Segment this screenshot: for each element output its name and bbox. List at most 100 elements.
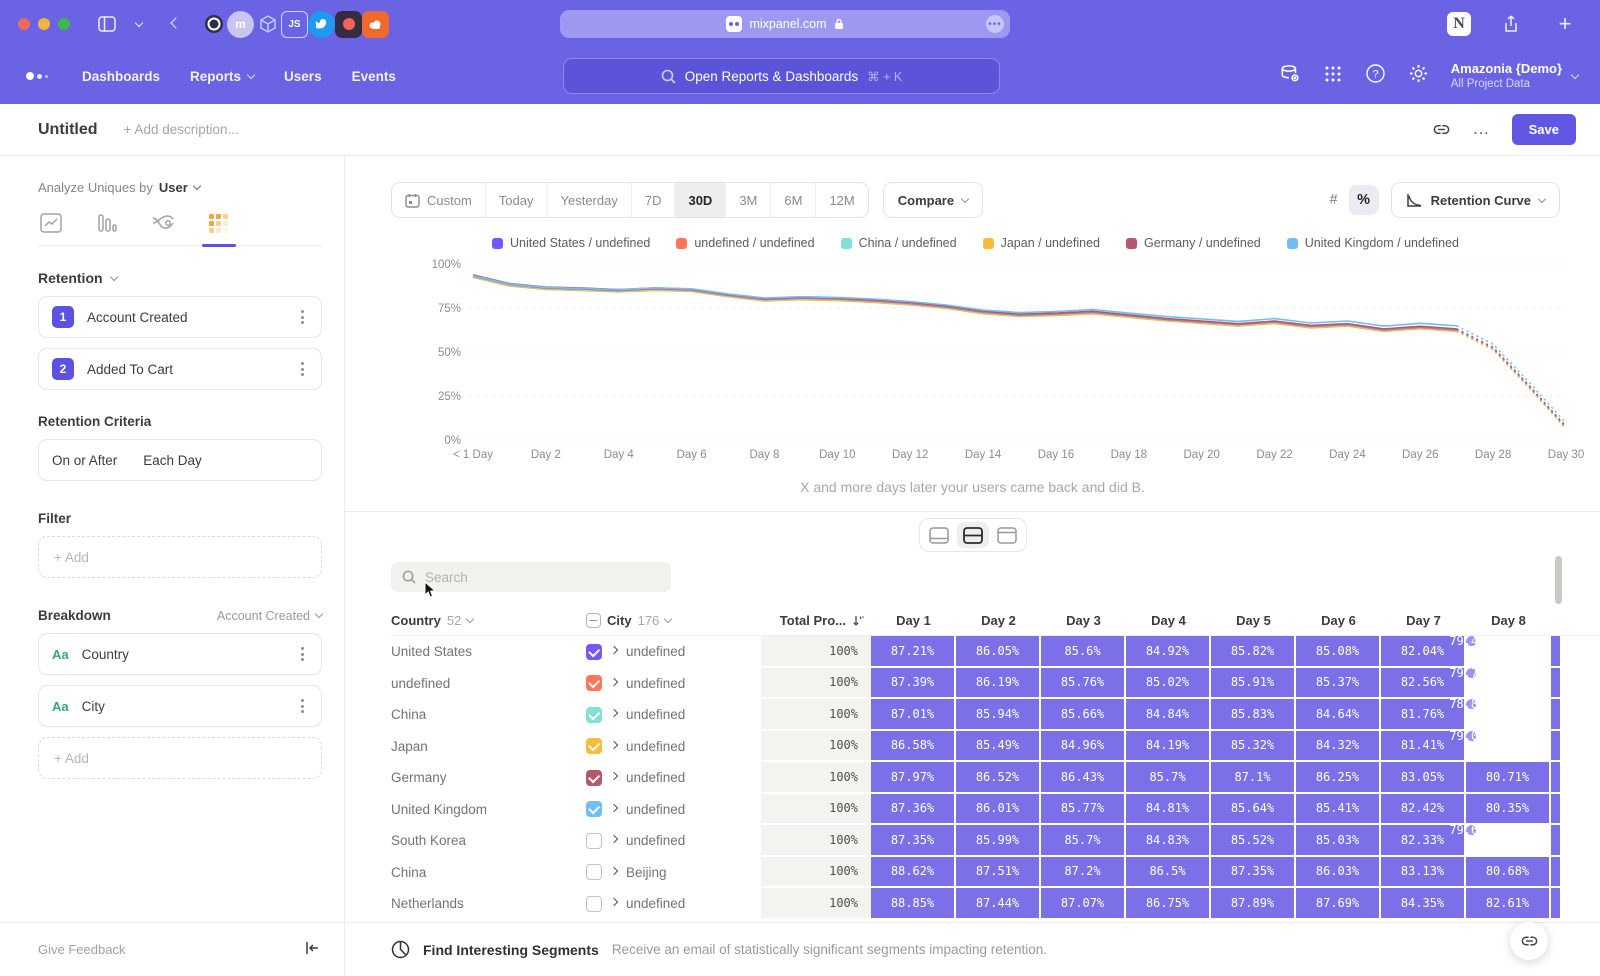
column-header-day-6[interactable]: Day 6: [1296, 613, 1381, 628]
chevron-right-icon[interactable]: [610, 867, 618, 875]
retention-value-cell[interactable]: 84.19%: [1126, 731, 1211, 763]
chevron-down-icon[interactable]: [131, 10, 147, 38]
zoom-window-button[interactable]: [58, 18, 70, 30]
breakdown-property-name[interactable]: Country: [82, 647, 129, 662]
range-custom[interactable]: Custom: [392, 183, 485, 217]
retention-value-cell[interactable]: 80.68%: [1466, 857, 1551, 889]
extension-bird-icon[interactable]: [308, 11, 335, 38]
retention-value-cell[interactable]: 86.25%: [1296, 762, 1381, 794]
segments-title[interactable]: Find Interesting Segments: [423, 942, 599, 958]
chevron-right-icon[interactable]: [610, 804, 618, 812]
retention-value-cell[interactable]: 79.05%: [1466, 731, 1478, 743]
retention-value-cell[interactable]: 87.69%: [1296, 888, 1381, 920]
retention-value-cell[interactable]: 84.64%: [1296, 699, 1381, 731]
row-checkbox[interactable]: [586, 864, 602, 880]
legend-item[interactable]: United Kingdom / undefined: [1287, 236, 1459, 250]
column-header-day-1[interactable]: Day 1: [871, 613, 956, 628]
table-row[interactable]: United Statesundefined100%87.21%86.05%85…: [391, 636, 1600, 668]
criteria-on-or-after[interactable]: On or After: [52, 453, 117, 468]
legend-item[interactable]: China / undefined: [841, 236, 957, 250]
retention-value-cell[interactable]: 86.01%: [956, 794, 1041, 826]
range-30d[interactable]: 30D: [674, 183, 725, 217]
report-title[interactable]: Untitled: [38, 121, 98, 139]
share-icon[interactable]: [1497, 10, 1525, 38]
retention-value-cell[interactable]: 85.7%: [1126, 762, 1211, 794]
row-checkbox[interactable]: [586, 770, 602, 786]
analyze-value[interactable]: User: [159, 180, 188, 195]
tab-funnels-icon[interactable]: [94, 211, 120, 235]
extension-js-icon[interactable]: JS: [281, 11, 308, 38]
retention-value-cell[interactable]: 85.91%: [1211, 668, 1296, 700]
retention-value-cell[interactable]: 86.05%: [956, 636, 1041, 668]
extensions-menu-icon[interactable]: •••: [986, 15, 1004, 33]
retention-value-cell[interactable]: 85.32%: [1211, 731, 1296, 763]
legend-item[interactable]: Japan / undefined: [983, 236, 1100, 250]
back-button[interactable]: [162, 10, 190, 38]
retention-value-cell[interactable]: 79.77%: [1466, 668, 1478, 680]
retention-value-cell[interactable]: 85.99%: [956, 825, 1041, 857]
range-3m[interactable]: 3M: [725, 183, 770, 217]
table-row[interactable]: South Koreaundefined100%87.35%85.99%85.7…: [391, 825, 1600, 857]
retention-value-cell[interactable]: 85.77%: [1041, 794, 1126, 826]
step-card-1[interactable]: 1 Account Created: [38, 296, 322, 338]
retention-value-cell[interactable]: 84.83%: [1126, 825, 1211, 857]
range-12m[interactable]: 12M: [815, 183, 867, 217]
retention-value-cell[interactable]: 85.03%: [1296, 825, 1381, 857]
table-search-input[interactable]: [425, 570, 645, 585]
breakdown-card-city[interactable]: Aa City: [38, 685, 322, 727]
vertical-scrollbar[interactable]: [1555, 556, 1562, 604]
layout-table-only-button[interactable]: [991, 522, 1023, 548]
retention-value-cell[interactable]: 87.21%: [871, 636, 956, 668]
chevron-right-icon[interactable]: [610, 646, 618, 654]
filter-add-button[interactable]: + Add: [38, 536, 322, 578]
row-checkbox[interactable]: [586, 738, 602, 754]
legend-item[interactable]: undefined / undefined: [676, 236, 814, 250]
nav-item-dashboards[interactable]: Dashboards: [82, 69, 160, 84]
column-header-day-8[interactable]: Day 8: [1466, 613, 1551, 628]
retention-value-cell[interactable]: 85.08%: [1296, 636, 1381, 668]
retention-value-cell[interactable]: 86.19%: [956, 668, 1041, 700]
compare-button[interactable]: Compare: [883, 182, 983, 218]
project-switcher[interactable]: Amazonia {Demo} All Project Data: [1451, 61, 1578, 92]
apps-grid-icon[interactable]: [1323, 64, 1343, 89]
legend-item[interactable]: Germany / undefined: [1126, 236, 1261, 250]
kebab-menu-icon[interactable]: [297, 358, 308, 380]
retention-value-cell[interactable]: 82.61%: [1466, 888, 1551, 920]
breakdown-property-name[interactable]: City: [82, 699, 105, 714]
retention-value-cell[interactable]: 87.51%: [956, 857, 1041, 889]
step-event-name[interactable]: Added To Cart: [87, 362, 173, 377]
chevron-right-icon[interactable]: [610, 678, 618, 686]
tab-retention-icon[interactable]: [206, 211, 232, 235]
retention-chart[interactable]: 0%25%50%75%100%< 1 DayDay 2Day 4Day 6Day…: [391, 252, 1572, 471]
minimize-window-button[interactable]: [38, 18, 50, 30]
analyze-uniques-row[interactable]: Analyze Uniques by User: [38, 180, 322, 195]
row-checkbox[interactable]: [586, 896, 602, 912]
range-today[interactable]: Today: [485, 183, 547, 217]
extension-soundcloud-icon[interactable]: [362, 11, 389, 38]
layout-chart-only-button[interactable]: [923, 522, 955, 548]
retention-value-cell[interactable]: 84.92%: [1126, 636, 1211, 668]
table-row[interactable]: Germanyundefined100%87.97%86.52%86.43%85…: [391, 762, 1600, 794]
step-event-name[interactable]: Account Created: [87, 310, 188, 325]
row-checkbox[interactable]: [586, 833, 602, 849]
table-row[interactable]: Chinaundefined100%87.01%85.94%85.66%84.8…: [391, 699, 1600, 731]
range-yesterday[interactable]: Yesterday: [547, 183, 631, 217]
retention-value-cell[interactable]: 85.49%: [956, 731, 1041, 763]
chevron-right-icon[interactable]: [610, 709, 618, 717]
retention-value-cell[interactable]: 79.62%: [1466, 825, 1478, 837]
retention-value-cell[interactable]: 85.83%: [1211, 699, 1296, 731]
retention-value-cell[interactable]: 84.84%: [1126, 699, 1211, 731]
table-row[interactable]: United Kingdomundefined100%87.36%86.01%8…: [391, 794, 1600, 826]
column-header-day-2[interactable]: Day 2: [956, 613, 1041, 628]
retention-value-cell[interactable]: 88.62%: [871, 857, 956, 889]
retention-value-cell[interactable]: 86.58%: [871, 731, 956, 763]
legend-item[interactable]: United States / undefined: [492, 236, 650, 250]
retention-value-cell[interactable]: 86.43%: [1041, 762, 1126, 794]
row-checkbox[interactable]: [586, 801, 602, 817]
select-all-checkbox[interactable]: [586, 613, 601, 628]
close-window-button[interactable]: [18, 18, 30, 30]
retention-value-cell[interactable]: 87.35%: [871, 825, 956, 857]
retention-value-cell[interactable]: 85.02%: [1126, 668, 1211, 700]
retention-value-cell[interactable]: 85.7%: [1041, 825, 1126, 857]
give-feedback-link[interactable]: Give Feedback: [38, 942, 125, 957]
